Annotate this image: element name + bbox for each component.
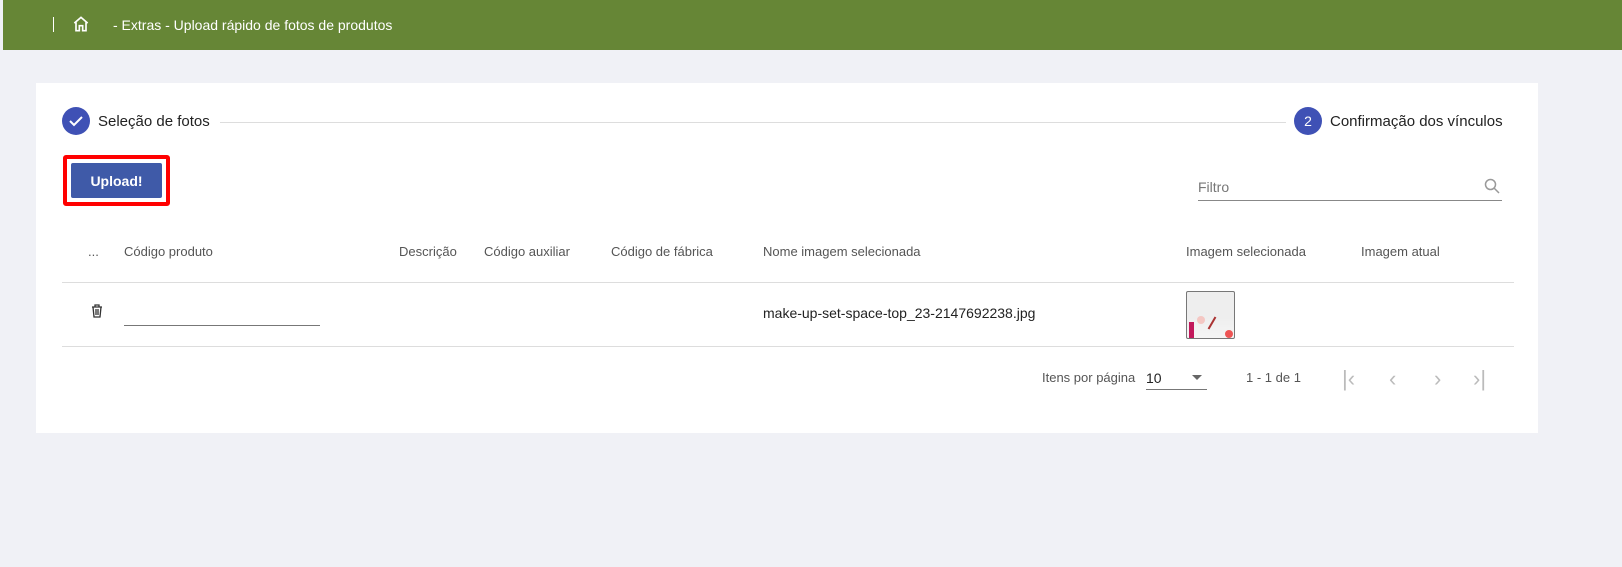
upload-highlight: Upload! — [63, 155, 170, 206]
col-imagem-atual[interactable]: Imagem atual — [1361, 244, 1440, 259]
step-label: Confirmação dos vínculos — [1330, 112, 1503, 130]
col-imagem-selecionada[interactable]: Imagem selecionada — [1186, 244, 1306, 259]
divider — [62, 282, 1514, 283]
page-size-value: 10 — [1146, 370, 1162, 386]
home-icon[interactable] — [71, 14, 91, 34]
col-codigo-produto[interactable]: Código produto — [124, 244, 213, 259]
stepper-line — [220, 122, 1286, 123]
divider — [62, 346, 1514, 347]
col-descricao[interactable]: Descrição — [399, 244, 457, 259]
divider — [53, 17, 54, 32]
filter-input[interactable]: Filtro — [1198, 176, 1502, 201]
step-confirmacao[interactable]: 2 Confirmação dos vínculos — [1294, 107, 1503, 135]
selected-image-thumbnail[interactable] — [1186, 291, 1235, 339]
upload-button[interactable]: Upload! — [71, 163, 162, 198]
previous-page-icon[interactable]: ‹ — [1389, 366, 1396, 392]
col-codigo-auxiliar[interactable]: Código auxiliar — [484, 244, 570, 259]
filter-placeholder: Filtro — [1198, 179, 1230, 195]
codigo-produto-input[interactable] — [124, 303, 320, 326]
trash-icon[interactable] — [91, 304, 103, 318]
page-range: 1 - 1 de 1 — [1246, 370, 1301, 385]
nome-imagem: make-up-set-space-top_23-2147692238.jpg — [763, 305, 1036, 321]
last-page-icon[interactable]: ›| — [1473, 366, 1486, 392]
col-nome-imagem[interactable]: Nome imagem selecionada — [763, 244, 921, 259]
chevron-down-icon — [1192, 375, 1202, 385]
step-label: Seleção de fotos — [98, 112, 210, 130]
search-icon — [1484, 178, 1500, 194]
page-size-select[interactable]: 10 — [1146, 364, 1207, 390]
breadcrumb: - Extras - Upload rápido de fotos de pro… — [113, 17, 393, 33]
next-page-icon[interactable]: › — [1434, 366, 1441, 392]
check-icon — [62, 107, 90, 135]
items-per-page-label: Itens por página — [1042, 370, 1136, 385]
col-codigo-fabrica[interactable]: Código de fábrica — [611, 244, 713, 259]
step-selecao-fotos[interactable]: Seleção de fotos — [62, 107, 210, 135]
col-actions: ... — [88, 244, 99, 259]
content-card: Seleção de fotos 2 Confirmação dos víncu… — [36, 83, 1538, 433]
step-number: 2 — [1294, 107, 1322, 135]
top-bar: - Extras - Upload rápido de fotos de pro… — [3, 0, 1622, 50]
first-page-icon[interactable]: |‹ — [1342, 366, 1355, 392]
